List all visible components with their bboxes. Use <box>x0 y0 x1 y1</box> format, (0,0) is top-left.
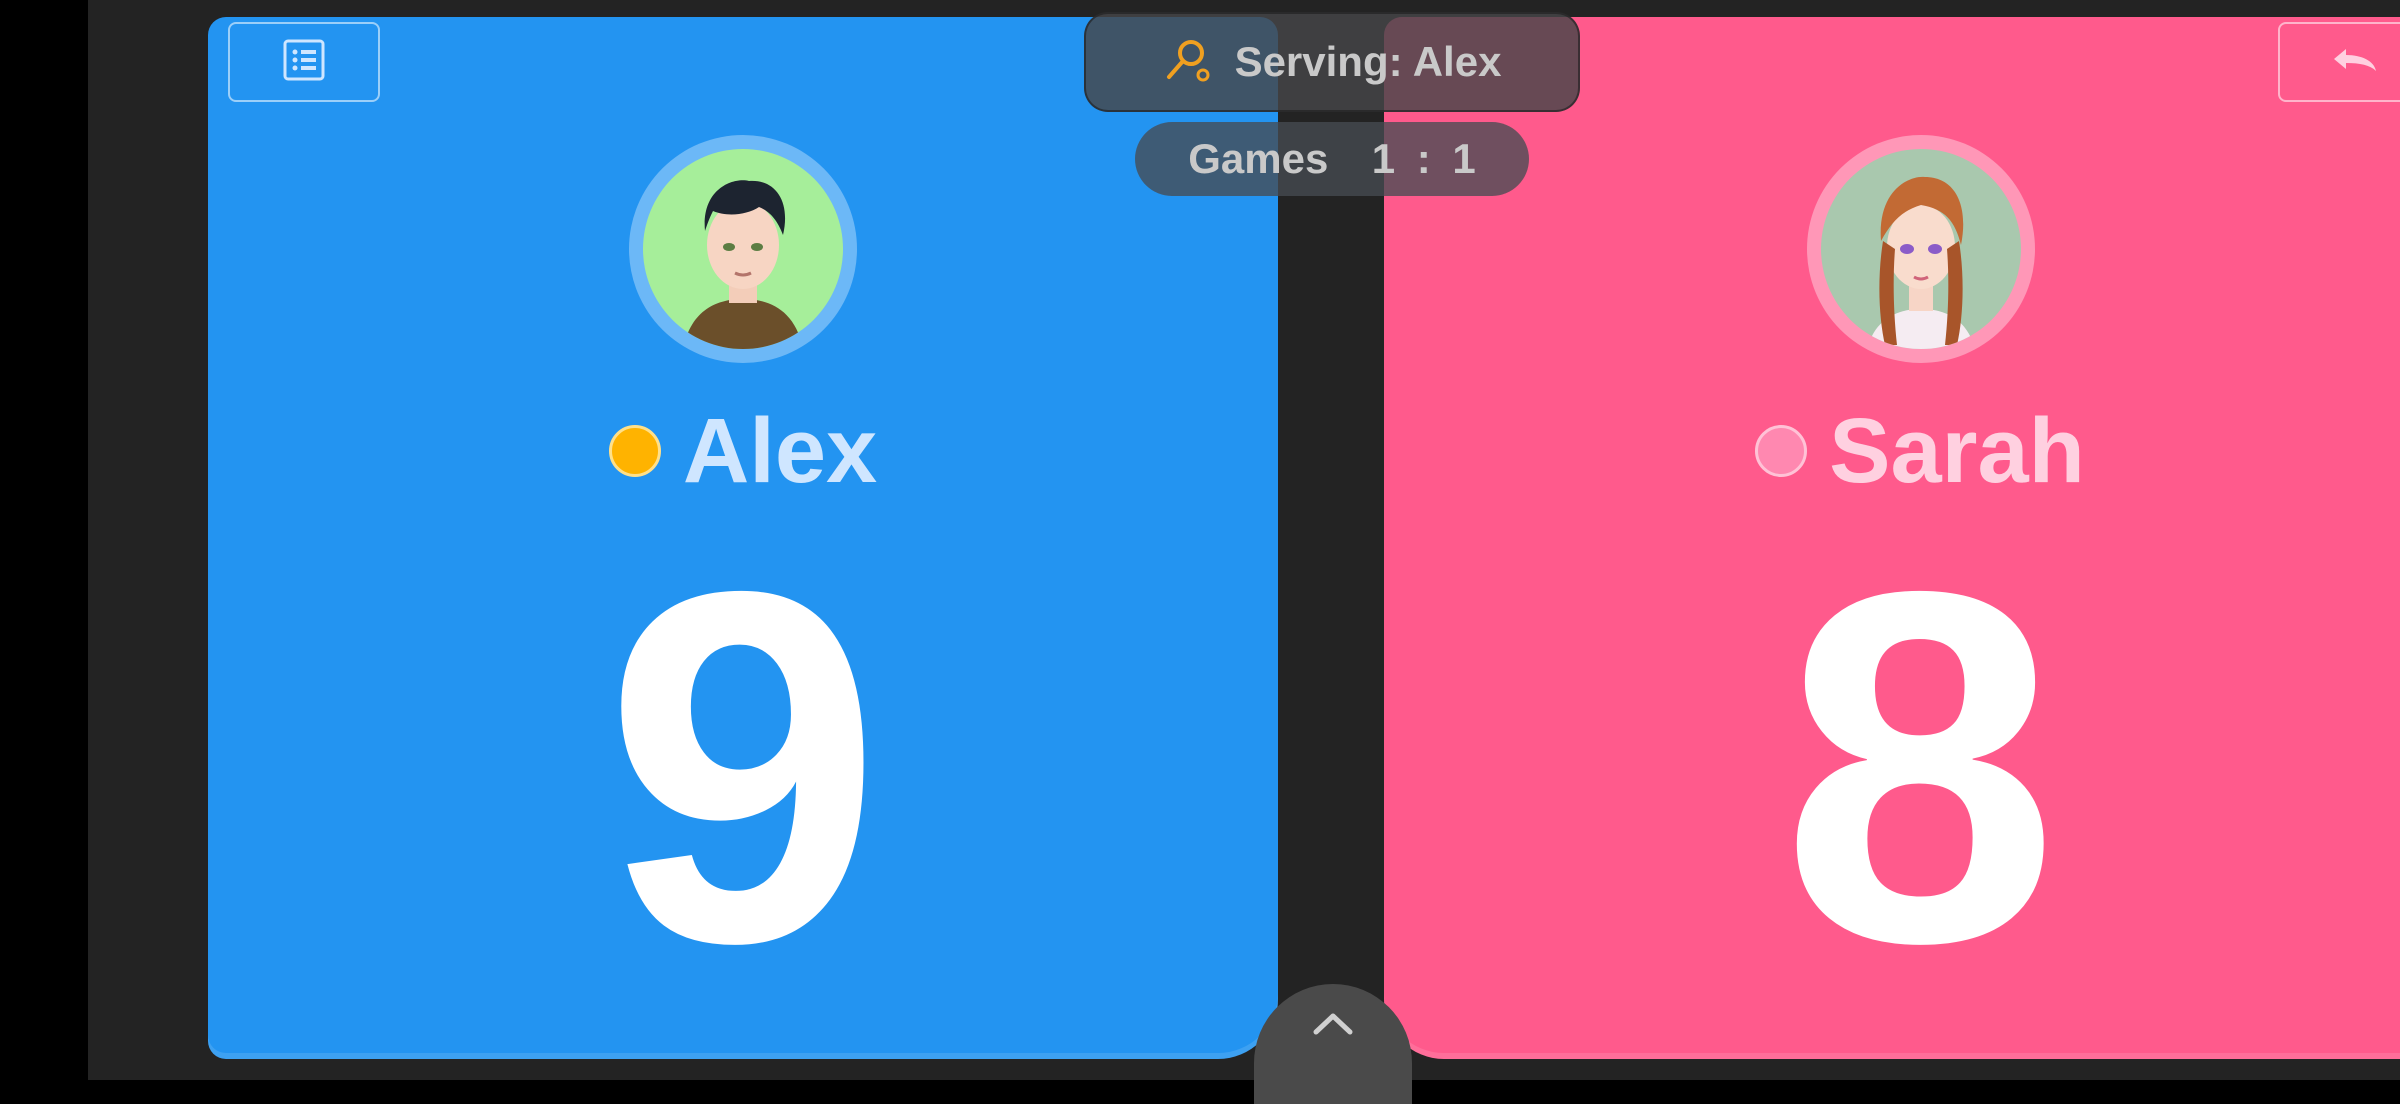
player-name: Sarah <box>1829 400 2085 502</box>
avatar-alex <box>629 135 857 363</box>
list-icon <box>282 38 326 87</box>
serve-indicator-dot <box>1755 425 1808 477</box>
player-name: Alex <box>682 400 878 502</box>
player-score: 8 <box>1780 487 2060 1046</box>
player-panel-alex[interactable]: Alex 9 <box>208 17 1278 1059</box>
player-name-row-alex: Alex <box>208 405 1278 497</box>
player-panel-sarah[interactable]: Sarah 8 <box>1384 17 2400 1059</box>
games-counter: Games 1 : 1 <box>1135 122 1529 196</box>
undo-button[interactable] <box>2278 22 2400 102</box>
chevron-up-icon <box>1310 1008 1356 1104</box>
serve-indicator-dot <box>608 425 661 477</box>
player-name-row-sarah: Sarah <box>1384 405 2400 497</box>
serving-label: Serving: Alex <box>1234 38 1502 85</box>
racket-icon <box>1163 35 1213 90</box>
undo-icon <box>2326 43 2382 82</box>
player-score: 9 <box>603 487 883 1046</box>
scoreboard-app: Alex 9 Sarah 8 Serving: Alex Games 1: 1 <box>88 0 2400 1104</box>
serving-indicator: Serving: Alex <box>1084 12 1580 112</box>
history-button[interactable] <box>228 22 380 102</box>
avatar-sarah <box>1807 135 2035 363</box>
